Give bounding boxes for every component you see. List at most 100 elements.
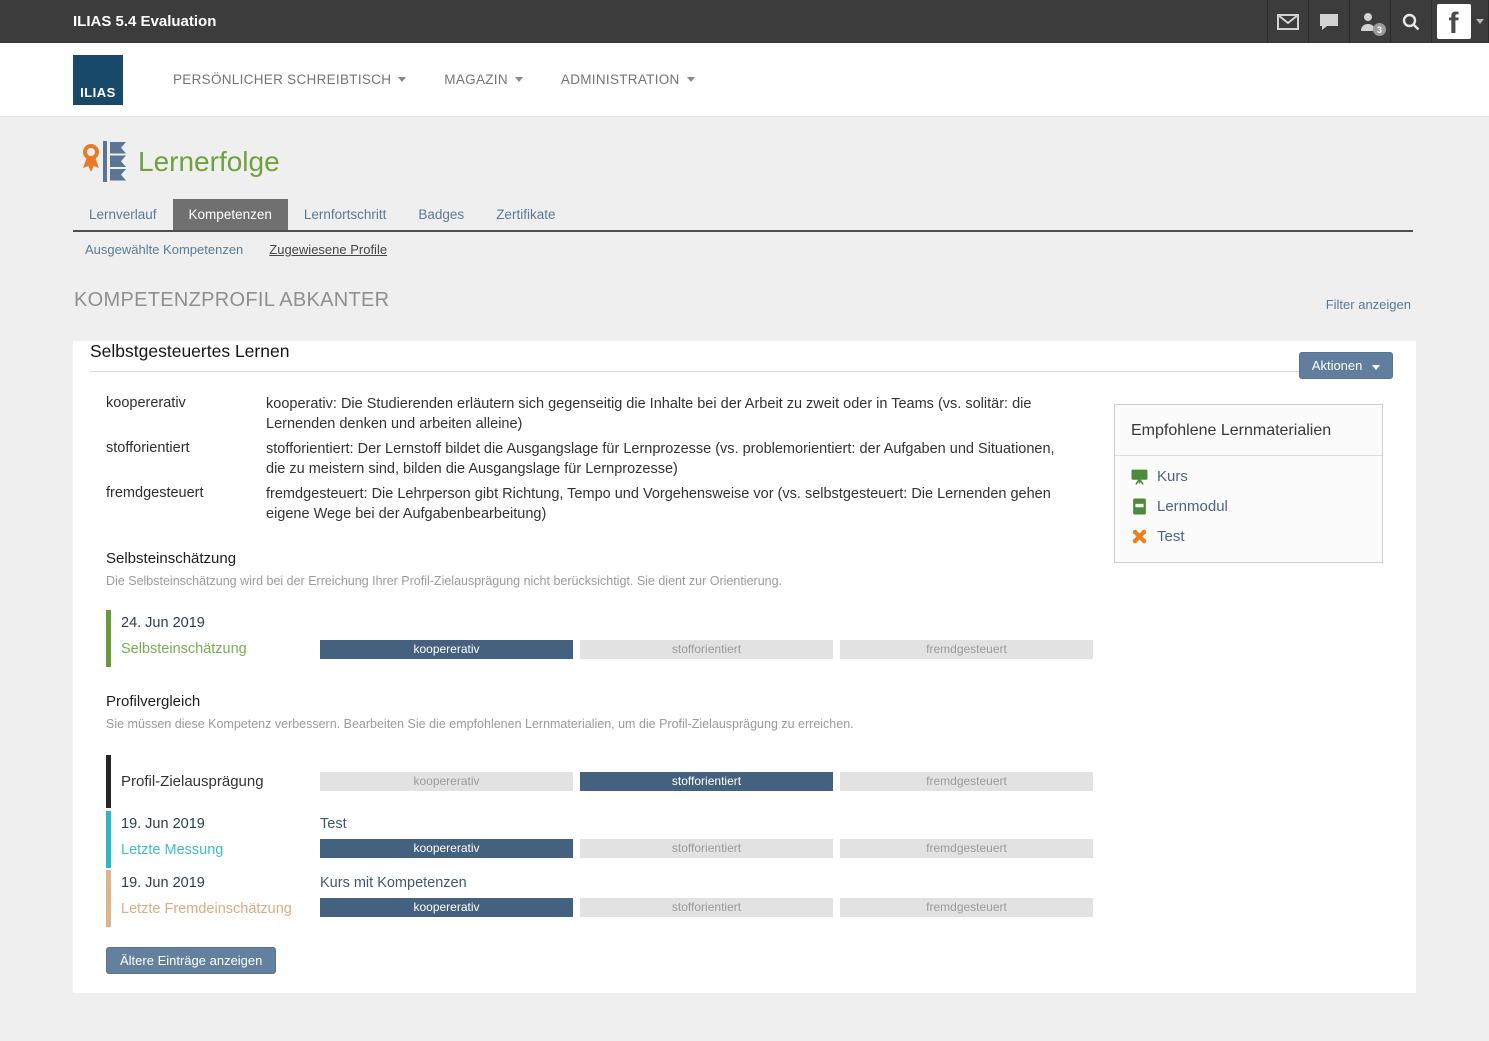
material-item-test[interactable]: Test (1131, 528, 1366, 545)
learning-achievements-icon (80, 139, 128, 185)
recommended-materials-heading: Empfohlene Lernmaterialien (1115, 405, 1382, 456)
show-older-entries-button[interactable]: Ältere Einträge anzeigen (106, 947, 276, 974)
main-navigation: PERSÖNLICHER SCHREIBTISCH MAGAZIN ADMINI… (173, 72, 695, 87)
entry-label: Profil-Zielausprägung (121, 772, 320, 791)
definition-row: fremdgesteuert fremdgesteuert: Die Lehrp… (106, 484, 1066, 524)
entry-label: Letzte Messung (121, 841, 320, 860)
subtab-ausgewaehlte-kompetenzen[interactable]: Ausgewählte Kompetenzen (85, 242, 243, 257)
material-label: Lernmodul (1157, 498, 1228, 515)
material-item-lernmodul[interactable]: Lernmodul (1131, 498, 1366, 515)
installation-title: ILIAS 5.4 Evaluation (0, 13, 216, 30)
entry-bars-area: koopererativstofforientiertfremdgesteuer… (320, 772, 1093, 791)
actions-button[interactable]: Aktionen (1299, 352, 1393, 379)
subtab-bar: Ausgewählte Kompetenzen Zugewiesene Prof… (85, 242, 1489, 257)
chat-icon[interactable] (1308, 0, 1349, 43)
profile-comparison-heading: Profilvergleich (106, 693, 1416, 710)
nav-item-personal-desktop[interactable]: PERSÖNLICHER SCHREIBTISCH (173, 72, 406, 87)
chevron-down-icon (1476, 19, 1484, 24)
entry-date: 24. Jun 2019 (121, 614, 320, 632)
tab-bar: Lernverlauf Kompetenzen Lernfortschritt … (73, 199, 1413, 232)
definition-description: kooperativ: Die Studierenden erläutern s… (266, 394, 1056, 434)
self-evaluation-entry: 24. Jun 2019 Selbsteinschätzung kooperer… (106, 610, 1416, 667)
last-measurement-entry: 19. Jun 2019 Letzte Messung Test koopere… (106, 811, 1416, 868)
user-menu[interactable]: f (1431, 0, 1489, 43)
page-title-row: Lernerfolge (0, 117, 1489, 199)
definition-term: fremdgesteuert (106, 484, 266, 524)
competence-bar-fremdgesteuert: fremdgesteuert (840, 772, 1093, 791)
competence-bar-koopererativ: koopererativ (320, 839, 573, 858)
entry-meta: 19. Jun 2019 Letzte Fremdeinschätzung (121, 874, 320, 919)
mail-icon[interactable] (1267, 0, 1308, 43)
competence-bar-koopererativ: koopererativ (320, 898, 573, 917)
tab-lernfortschritt[interactable]: Lernfortschritt (288, 199, 403, 230)
entry-date: 19. Jun 2019 (121, 874, 320, 892)
profile-heading: KOMPETENZPROFIL ABKANTER (74, 289, 389, 312)
nav-item-label: ADMINISTRATION (561, 72, 680, 87)
tab-lernverlauf[interactable]: Lernverlauf (73, 199, 173, 230)
nav-item-administration[interactable]: ADMINISTRATION (561, 72, 695, 87)
self-evaluation-note: Die Selbsteinschätzung wird bei der Erre… (106, 574, 1416, 588)
chat-icon (1319, 13, 1339, 31)
learning-module-icon (1131, 498, 1148, 515)
competence-bar-stofforientiert: stofforientiert (580, 772, 833, 791)
avatar-letter: f (1449, 9, 1459, 39)
definition-term: stofforientiert (106, 439, 266, 479)
logo-text: ILIAS (80, 85, 116, 100)
competence-scale-bars: koopererativ stofforientiert fremdgesteuer… (320, 839, 1093, 858)
nav-item-repository[interactable]: MAGAZIN (444, 72, 523, 87)
scale-definitions: koopererativ kooperativ: Die Studierende… (106, 394, 1066, 524)
recommended-materials-box: Empfohlene Lernmaterialien Kurs Lernmodu… (1114, 404, 1383, 563)
competence-scale-bars: koopererativstofforientiertfremdgesteuer… (320, 772, 1093, 791)
competence-panel: Aktionen Selbstgesteuertes Lernen kooper… (73, 341, 1416, 993)
entry-bars-area: koopererativ stofforientiert fremdgesteuer… (320, 614, 1093, 659)
nav-item-label: PERSÖNLICHER SCHREIBTISCH (173, 72, 391, 87)
actions-button-label: Aktionen (1312, 358, 1363, 373)
entry-bars-area: Test koopererativ stofforientiert fremdges… (320, 815, 1093, 860)
main-header: ILIAS PERSÖNLICHER SCHREIBTISCH MAGAZIN … (0, 43, 1489, 117)
material-label: Kurs (1157, 468, 1188, 485)
competence-bar-stofforientiert: stofforientiert (580, 640, 833, 659)
chevron-down-icon (515, 77, 523, 82)
chevron-down-icon (398, 77, 406, 82)
material-item-kurs[interactable]: Kurs (1131, 468, 1366, 485)
profile-heading-row: KOMPETENZPROFIL ABKANTER Filter anzeigen (74, 289, 1411, 312)
competence-bar-stofforientiert: stofforientiert (580, 898, 833, 917)
trigger-object-link[interactable]: Kurs mit Kompetenzen (320, 874, 467, 893)
entry-bars-area: Kurs mit Kompetenzen koopererativ stoffor… (320, 874, 1093, 919)
search-icon (1402, 13, 1420, 31)
tab-zertifikate[interactable]: Zertifikate (480, 199, 571, 230)
competence-bar-fremdgesteuert: fremdgesteuert (840, 640, 1093, 659)
ilias-logo[interactable]: ILIAS (73, 55, 123, 105)
tab-kompetenzen[interactable]: Kompetenzen (173, 199, 288, 230)
competence-bar-koopererativ: koopererativ (320, 640, 573, 659)
chevron-down-icon (1372, 365, 1380, 370)
entry-label: Letzte Fremdeinschätzung (121, 900, 320, 919)
search-icon[interactable] (1390, 0, 1431, 43)
tab-badges[interactable]: Badges (402, 199, 480, 230)
page-title: Lernerfolge (138, 146, 280, 178)
mail-icon (1277, 14, 1299, 30)
skill-title: Selbstgesteuertes Lernen (90, 341, 1393, 372)
notification-badge: 3 (1373, 23, 1386, 36)
competence-bar-stofforientiert: stofforientiert (580, 839, 833, 858)
nav-item-label: MAGAZIN (444, 72, 508, 87)
avatar: f (1437, 4, 1471, 39)
profile-target-entry: Profil-Zielausprägung koopererativstoffo… (106, 755, 1416, 808)
entry-meta: 19. Jun 2019 Letzte Messung (121, 815, 320, 860)
recommended-materials-list: Kurs Lernmodul (1115, 456, 1382, 562)
topbar-icon-group: 3 f (1267, 0, 1489, 43)
definition-row: stofforientiert stofforientiert: Der Ler… (106, 439, 1066, 479)
competence-scale-bars: koopererativ stofforientiert fremdgesteuer… (320, 898, 1093, 917)
chevron-down-icon (687, 77, 695, 82)
competence-bar-fremdgesteuert: fremdgesteuert (840, 898, 1093, 917)
show-filter-link[interactable]: Filter anzeigen (1326, 297, 1411, 312)
competence-bar-fremdgesteuert: fremdgesteuert (840, 839, 1093, 858)
entry-date: 19. Jun 2019 (121, 815, 320, 833)
trigger-object-link[interactable]: Test (320, 815, 347, 834)
subtab-zugewiesene-profile[interactable]: Zugewiesene Profile (269, 242, 387, 257)
test-icon (1131, 528, 1148, 545)
competence-scale-bars: koopererativ stofforientiert fremdgesteuer… (320, 640, 1093, 659)
definition-description: stofforientiert: Der Lernstoff bildet di… (266, 439, 1056, 479)
course-icon (1131, 468, 1148, 485)
contacts-icon[interactable]: 3 (1349, 0, 1390, 43)
